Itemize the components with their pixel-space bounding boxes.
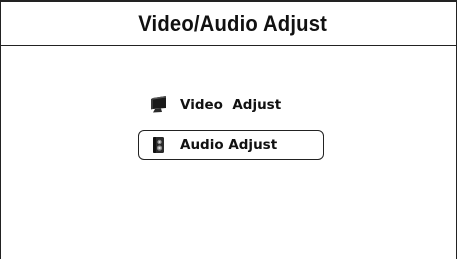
menu-item-video-adjust[interactable]: Video Adjust [138,90,324,120]
settings-screen: Video/Audio Adjust Video Adjust Audio Ad… [0,0,457,259]
adjust-menu: Video Adjust Audio Adjust [138,90,324,170]
page-title: Video/Audio Adjust [138,10,327,36]
menu-item-label: Audio Adjust [180,137,278,153]
speaker-icon [149,135,169,155]
monitor-icon [149,95,169,115]
menu-item-audio-adjust[interactable]: Audio Adjust [138,130,324,160]
title-bar: Video/Audio Adjust [1,2,456,46]
menu-item-label: Video Adjust [180,97,282,113]
